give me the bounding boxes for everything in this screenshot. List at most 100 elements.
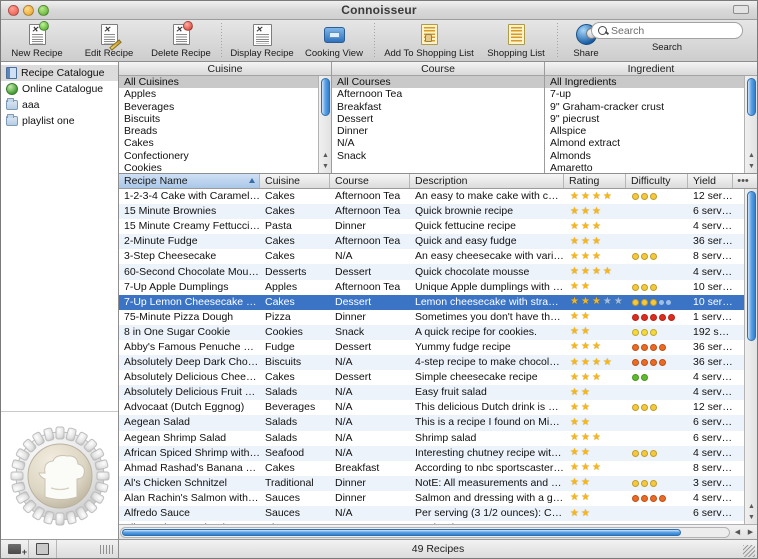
browser-item[interactable]: 7-up (545, 88, 744, 100)
star-icon: ★ (591, 267, 601, 278)
table-row[interactable]: Absolutely Deep Dark Chocola... Biscuits N… (119, 355, 744, 371)
column-header-recipe-name[interactable]: Recipe Name (119, 174, 260, 188)
browser-item[interactable]: All Ingredients (545, 76, 744, 89)
display-recipe-button[interactable]: ✕ Display Recipe (226, 21, 298, 59)
toolbar-toggle-button[interactable] (733, 5, 749, 14)
browser-list: All Courses Afternoon Tea Breakfast Dessert… (332, 76, 544, 173)
scrollbar-thumb[interactable] (747, 191, 756, 341)
table-row[interactable]: 3-Step Cheesecake Cakes N/A An easy cheesec… (119, 249, 744, 264)
table-row[interactable]: 60-Second Chocolate Mousse Desserts Desser… (119, 264, 744, 280)
browser-item[interactable]: Almonds (545, 150, 744, 162)
scrollbar-thumb[interactable] (321, 78, 330, 116)
browser-item[interactable]: Breakfast (332, 101, 544, 113)
table-row[interactable]: 8 in One Sugar Cookie Cookies Snack A quick… (119, 324, 744, 340)
table-row[interactable]: Abby's Famous Penuche Fudge Fudge Dessert Y… (119, 340, 744, 355)
table-row[interactable]: 15 Minute Brownies Cakes Afternoon Tea Quic… (119, 204, 744, 220)
table-row[interactable]: Ahmad Rashad's Banana Pancakes Cakes Break… (119, 461, 744, 476)
table-row[interactable]: Aegean Shrimp Salad Salads N/A Shrimp salad… (119, 431, 744, 446)
scroll-down-arrow[interactable]: ▼ (747, 162, 756, 171)
table-vertical-scrollbar[interactable]: ▲ ▼ (744, 189, 757, 524)
scrollbar-thumb[interactable] (747, 78, 756, 116)
table-row[interactable]: Al's Chicken Schnitzel Traditional Dinner N… (119, 475, 744, 491)
table-row[interactable]: Advocaat (Dutch Eggnog) Beverages N/A This … (119, 400, 744, 415)
browser-item[interactable]: All Cuisines (119, 76, 318, 89)
sidebar-item-aaa[interactable]: aaa (1, 97, 118, 113)
browser-header-cuisine[interactable]: Cuisine (119, 62, 331, 76)
browser-scrollbar[interactable]: ▲ ▼ (744, 76, 757, 173)
window-resize-grip[interactable] (743, 545, 755, 557)
browser-header-ingredient[interactable]: Ingredient (545, 62, 757, 76)
sidebar-item-online-catalogue[interactable]: Online Catalogue (1, 81, 118, 97)
scroll-up-arrow[interactable]: ▲ (747, 151, 756, 160)
column-header--[interactable]: ••• (733, 174, 753, 188)
column-header-difficulty[interactable]: Difficulty (626, 174, 688, 188)
browser-item[interactable]: Apples (119, 88, 318, 100)
browser-item[interactable]: 9" piecrust (545, 113, 744, 125)
browser-item[interactable]: Confectionery (119, 150, 318, 162)
browser-header-course[interactable]: Course (332, 62, 544, 76)
table-row[interactable]: Alan Rachin's Salmon with Roa... Sauces Di… (119, 491, 744, 506)
table-horizontal-scrollbar[interactable]: ◀ ▶ (119, 524, 757, 539)
scroll-down-arrow[interactable]: ▼ (321, 162, 330, 171)
scroll-down-arrow[interactable]: ▼ (747, 513, 756, 522)
browser-item[interactable]: Snack (332, 150, 544, 162)
column-header-cuisine[interactable]: Cuisine (260, 174, 330, 188)
add-to-shopping-list-button[interactable]: Add To Shopping List (379, 21, 479, 59)
table-row[interactable]: Absolutely Delicious Cheesecake Cakes Dess… (119, 370, 744, 385)
scroll-up-arrow[interactable]: ▲ (747, 502, 756, 511)
browser-item[interactable]: Dinner (332, 125, 544, 137)
sidebar-item-playlist-one[interactable]: playlist one (1, 113, 118, 129)
table-row[interactable]: 7-Up Apple Dumplings Apples Afternoon Tea U… (119, 280, 744, 295)
star-icon: ★ (602, 267, 612, 278)
search-label: Search (651, 42, 683, 53)
cell-course: Afternoon Tea (335, 205, 401, 218)
table-row[interactable]: 2-Minute Fudge Cakes Afternoon Tea Quick an… (119, 234, 744, 250)
browser-item[interactable]: Cakes (119, 137, 318, 149)
hscroll-thumb[interactable] (122, 528, 682, 536)
cell-name: African Spiced Shrimp with Ta... (124, 446, 260, 459)
browser-scrollbar[interactable]: ▲ ▼ (318, 76, 331, 173)
table-row[interactable]: African Spiced Shrimp with Ta... Seafood N… (119, 445, 744, 461)
table-row[interactable]: 7-Up Lemon Cheesecake with ... Cakes Desse… (119, 294, 744, 310)
cell-cuisine: Beverages (265, 401, 316, 414)
shopping-list-button[interactable]: Shopping List (479, 21, 553, 59)
scroll-left-arrow[interactable]: ◀ (731, 526, 744, 539)
browser-item[interactable]: Biscuits (119, 113, 318, 125)
browser-item[interactable]: Afternoon Tea (332, 88, 544, 100)
column-header-rating[interactable]: Rating (564, 174, 626, 188)
browser-item[interactable]: 9" Graham-cracker crust (545, 101, 744, 113)
sidebar-item-recipe-catalogue[interactable]: Recipe Catalogue (1, 65, 118, 81)
search-area: Search Search (583, 22, 751, 53)
browser-item[interactable]: Allspice (545, 125, 744, 137)
browser-item[interactable]: Breads (119, 125, 318, 137)
browser-item[interactable]: All Courses (332, 76, 544, 89)
table-row[interactable]: Absolutely Delicious Fruit Salad Salads N/… (119, 385, 744, 401)
search-input[interactable]: Search (591, 22, 743, 39)
column-header-yield[interactable]: Yield (688, 174, 733, 188)
table-row[interactable]: 15 Minute Creamy Fettuccini A... Pasta Din… (119, 219, 744, 234)
add-playlist-button[interactable] (1, 540, 29, 558)
browser-item[interactable]: Cookies (119, 162, 318, 173)
cooking-view-button[interactable]: Cooking View (298, 21, 370, 59)
table-row[interactable]: Aegean Salad Salads N/A This is a recipe I … (119, 415, 744, 431)
table-row[interactable]: Alfredo Sauce Sauces N/A Per serving (3 1/2… (119, 505, 744, 522)
cell-name: 3-Step Cheesecake (124, 250, 217, 263)
sidebar-resize-grip[interactable] (100, 544, 114, 554)
table-row[interactable]: 1-2-3-4 Cake with Caramel Icing Cakes Afte… (119, 189, 744, 204)
scroll-up-arrow[interactable]: ▲ (321, 151, 330, 160)
browser-item[interactable]: Beverages (119, 101, 318, 113)
column-header-description[interactable]: Description (410, 174, 564, 188)
browser-item[interactable]: N/A (332, 137, 544, 149)
column-header-course[interactable]: Course (330, 174, 410, 188)
new-recipe-button[interactable]: ✕ New Recipe (1, 21, 73, 59)
table-row[interactable]: 75-Minute Pizza Dough Pizza Dinner Sometime… (119, 310, 744, 325)
edit-recipe-button[interactable]: ✕ Edit Recipe (73, 21, 145, 59)
cell-course: Breakfast (335, 461, 380, 474)
scroll-right-arrow[interactable]: ▶ (744, 526, 757, 539)
delete-recipe-button[interactable]: ✕ Delete Recipe (145, 21, 217, 59)
view-toggle-button[interactable] (29, 540, 57, 558)
hscroll-track[interactable] (120, 526, 730, 538)
browser-item[interactable]: Amaretto (545, 162, 744, 173)
browser-item[interactable]: Dessert (332, 113, 544, 125)
browser-item[interactable]: Almond extract (545, 137, 744, 149)
